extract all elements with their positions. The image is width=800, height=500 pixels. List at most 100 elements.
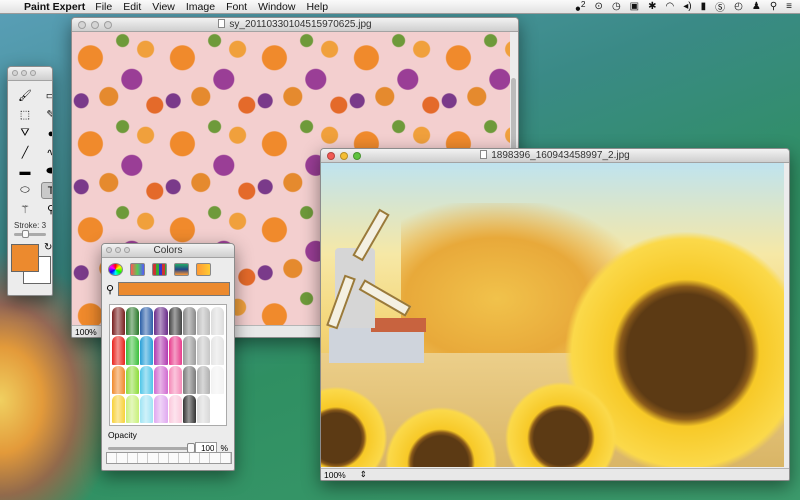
stroke-slider[interactable]	[14, 230, 46, 238]
spotlight-search-icon[interactable]: ⚲	[770, 1, 777, 12]
spray-tool-icon[interactable]: ●	[41, 125, 52, 142]
crayon-swatch[interactable]	[196, 307, 210, 336]
crayon-swatch[interactable]	[112, 336, 126, 365]
zoom-button[interactable]	[30, 70, 36, 76]
volume-icon[interactable]: ◂)	[683, 1, 691, 12]
crayon-swatch[interactable]	[182, 394, 196, 423]
saved-colors-strip[interactable]	[106, 452, 232, 464]
crayon-swatch[interactable]	[182, 307, 196, 336]
color-sliders-mode-icon[interactable]	[130, 262, 145, 276]
minimize-button[interactable]	[91, 21, 99, 29]
app-status-icon[interactable]: Ⓢ	[715, 0, 725, 14]
crayon-swatch[interactable]	[140, 307, 154, 336]
bluetooth-icon[interactable]: ✱	[648, 1, 656, 12]
text-tool-icon[interactable]: T	[41, 182, 52, 199]
brush-tool-icon[interactable]: 🖌	[15, 87, 35, 104]
crayon-swatch[interactable]	[154, 307, 168, 336]
menu-font[interactable]: Font	[226, 1, 247, 13]
crayon-swatch[interactable]	[126, 307, 140, 336]
menu-window[interactable]: Window	[258, 1, 295, 13]
zoom-button[interactable]	[124, 247, 130, 253]
minimize-button[interactable]	[115, 247, 121, 253]
paint-bucket-tool-icon[interactable]: ⛛	[15, 125, 35, 142]
swap-colors-icon[interactable]: ↻	[44, 242, 52, 253]
zoom-stepper-icon[interactable]: ⇕	[360, 469, 367, 480]
rectangle-tool-icon[interactable]: ▬	[15, 163, 35, 180]
color-palettes-mode-icon[interactable]	[152, 262, 167, 276]
crayon-swatch[interactable]	[210, 365, 224, 394]
app-menu[interactable]: Paint Expert	[24, 1, 85, 13]
crayon-swatch[interactable]	[112, 365, 126, 394]
zoom-button[interactable]	[353, 152, 361, 160]
image-palette-mode-icon[interactable]	[174, 262, 189, 276]
crayon-swatch[interactable]	[210, 394, 224, 423]
crayon-swatch[interactable]	[210, 336, 224, 365]
zoom-level[interactable]: 100%	[324, 470, 346, 480]
crayon-swatch[interactable]	[168, 365, 182, 394]
user-icon[interactable]: ♟	[752, 1, 761, 12]
title-bar[interactable]: 1898396_160943458997_2.jpg	[321, 149, 789, 163]
sync-icon[interactable]: ⊙	[595, 1, 603, 12]
panel-title-bar[interactable]: Colors	[102, 244, 234, 258]
crayon-swatch[interactable]	[140, 394, 154, 423]
crayon-swatch[interactable]	[126, 365, 140, 394]
rounded-rect-tool-icon[interactable]: ⬭	[15, 182, 35, 199]
palette-title-bar[interactable]	[8, 67, 52, 81]
crayon-swatch[interactable]	[182, 336, 196, 365]
foreground-color-swatch[interactable]	[11, 244, 39, 272]
zoom-level[interactable]: 100%	[75, 327, 97, 337]
crayon-swatch[interactable]	[154, 394, 168, 423]
rect-select-tool-icon[interactable]: ⬚	[15, 106, 35, 123]
color-wheel-mode-icon[interactable]	[108, 262, 123, 276]
image-canvas[interactable]	[321, 163, 784, 467]
menu-image[interactable]: Image	[186, 1, 215, 13]
notifications-icon[interactable]: ●2	[575, 0, 586, 14]
crayon-swatch[interactable]	[154, 365, 168, 394]
menu-help[interactable]: Help	[306, 1, 328, 13]
crayon-swatch[interactable]	[140, 365, 154, 394]
menu-edit[interactable]: Edit	[123, 1, 141, 13]
crayon-swatch[interactable]	[196, 394, 210, 423]
ellipse-tool-icon[interactable]: ⬬	[41, 163, 52, 180]
crayon-swatch[interactable]	[182, 365, 196, 394]
crayon-swatch[interactable]	[168, 394, 182, 423]
opacity-slider[interactable]	[108, 442, 196, 453]
timemachine-icon[interactable]: ◷	[612, 1, 621, 12]
eraser-tool-icon[interactable]: ▭	[41, 87, 52, 104]
title-bar[interactable]: sy_20110330104515970625.jpg	[72, 18, 518, 32]
eyedropper-tool-icon[interactable]: ⚚	[15, 201, 35, 218]
menu-view[interactable]: View	[152, 1, 175, 13]
close-button[interactable]	[78, 21, 86, 29]
crayon-swatch[interactable]	[154, 336, 168, 365]
search-icon[interactable]: ⚲	[106, 283, 114, 296]
crayon-swatch[interactable]	[140, 336, 154, 365]
close-button[interactable]	[327, 152, 335, 160]
minimize-button[interactable]	[340, 152, 348, 160]
curve-tool-icon[interactable]: ∿	[41, 144, 52, 161]
battery-icon[interactable]: ▮	[701, 1, 707, 12]
magic-wand-tool-icon[interactable]: ✎	[41, 106, 52, 123]
crayon-swatch[interactable]	[196, 365, 210, 394]
zoom-tool-icon[interactable]: ⚲	[41, 201, 52, 218]
line-tool-icon[interactable]: ╱	[15, 144, 35, 161]
clock-icon[interactable]: ◴	[734, 1, 743, 12]
crayons-mode-icon[interactable]	[196, 262, 211, 276]
crayon-swatch[interactable]	[112, 394, 126, 423]
crayon-swatch[interactable]	[210, 307, 224, 336]
wifi-icon[interactable]: ◠	[666, 1, 675, 12]
zoom-button[interactable]	[104, 21, 112, 29]
crayon-swatch[interactable]	[112, 307, 126, 336]
menu-file[interactable]: File	[95, 1, 112, 13]
crayon-swatch[interactable]	[168, 336, 182, 365]
close-button[interactable]	[106, 247, 112, 253]
close-button[interactable]	[12, 70, 18, 76]
crayon-swatch[interactable]	[126, 336, 140, 365]
opacity-slider-knob[interactable]	[187, 442, 196, 453]
crayon-swatch[interactable]	[168, 307, 182, 336]
minimize-button[interactable]	[21, 70, 27, 76]
notification-center-icon[interactable]: ≡	[786, 1, 792, 12]
lock-icon[interactable]: ▣	[630, 1, 639, 12]
stroke-slider-knob[interactable]	[22, 230, 29, 238]
crayon-swatch[interactable]	[126, 394, 140, 423]
crayon-swatch[interactable]	[196, 336, 210, 365]
